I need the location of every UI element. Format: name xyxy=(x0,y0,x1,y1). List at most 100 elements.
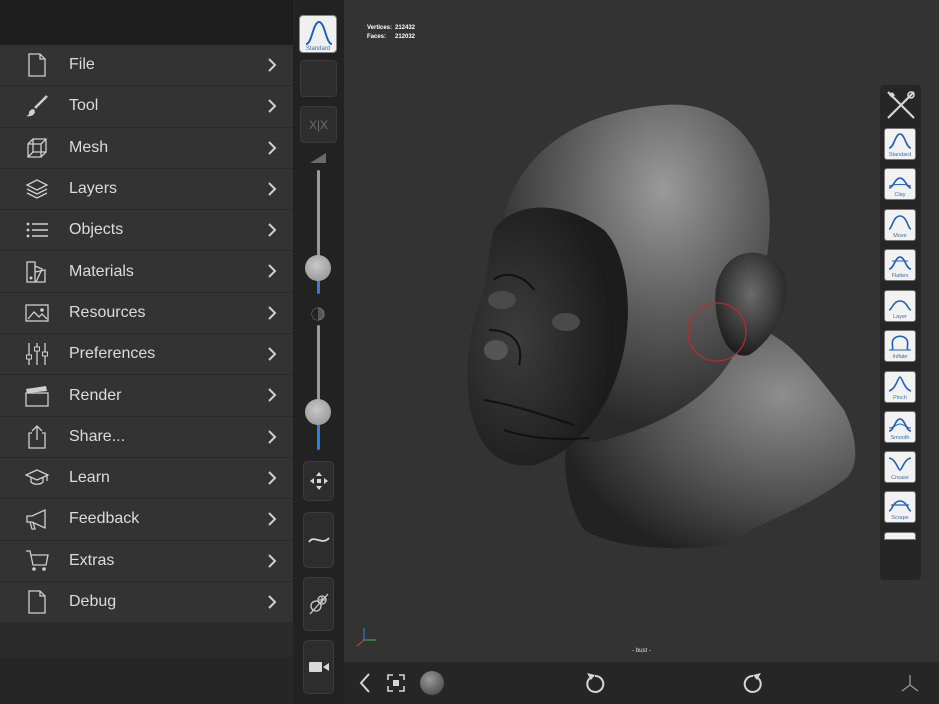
brush-flatten[interactable]: Flatten xyxy=(884,249,916,281)
brush-crease[interactable]: Crease xyxy=(884,451,916,483)
frame-view-button[interactable] xyxy=(386,673,406,693)
brush-smooth[interactable]: Smooth xyxy=(884,411,916,443)
chevron-right-icon xyxy=(268,512,277,526)
chevron-right-icon xyxy=(268,58,277,72)
camera-button[interactable] xyxy=(303,640,334,694)
menu-item-share[interactable]: Share... xyxy=(0,417,293,458)
brush-label: Standard xyxy=(888,152,912,158)
mask-toggle-button[interactable] xyxy=(303,577,334,631)
menu-header xyxy=(0,0,293,45)
scrape-brush-icon xyxy=(888,500,912,512)
close-brush-palette-button[interactable] xyxy=(880,85,921,125)
radius-small-icon xyxy=(310,153,326,163)
brush-inflate[interactable]: Inflate xyxy=(884,330,916,362)
brush-label: Move xyxy=(893,233,907,239)
mask-plus-icon xyxy=(309,593,328,615)
standard-brush-icon xyxy=(888,133,912,149)
menu-item-render[interactable]: Render xyxy=(0,375,293,417)
menu-footer xyxy=(0,657,293,704)
menu-item-objects[interactable]: Objects xyxy=(0,210,293,252)
redo-button[interactable] xyxy=(742,672,764,694)
3d-viewport[interactable]: Vertices: 212432 Faces: 212032 - bust - xyxy=(344,0,939,662)
current-brush-button[interactable]: Standard xyxy=(299,15,337,53)
focus-frame-icon xyxy=(387,674,405,692)
stroke-button[interactable] xyxy=(303,512,334,568)
brush-move[interactable]: Move xyxy=(884,209,916,241)
menu-item-layers[interactable]: Layers xyxy=(0,169,293,211)
sculpt-model[interactable] xyxy=(344,0,939,662)
smooth-brush-icon xyxy=(888,418,912,432)
crease-brush-icon xyxy=(888,457,912,471)
chevron-right-icon xyxy=(268,306,277,320)
chevron-right-icon xyxy=(268,99,277,114)
menu-item-label: Extras xyxy=(69,551,115,569)
menu-item-tool[interactable]: Tool xyxy=(0,86,293,128)
radius-slider-track[interactable] xyxy=(317,170,320,268)
menu-item-mesh[interactable]: Mesh xyxy=(0,128,293,169)
brush-standard[interactable]: Standard xyxy=(884,128,916,160)
clay-brush-icon xyxy=(888,177,912,189)
list-icon xyxy=(24,217,50,243)
flatten-brush-icon xyxy=(888,256,912,270)
inflate-brush-icon xyxy=(889,335,911,351)
sliders-icon xyxy=(24,341,50,367)
brush-next-partial[interactable] xyxy=(884,532,916,540)
brush-label: Layer xyxy=(893,314,907,320)
menu-item-label: Objects xyxy=(69,221,124,239)
share-icon xyxy=(24,424,50,450)
axis-icon xyxy=(901,675,919,692)
brush-pinch[interactable]: Pinch xyxy=(884,371,916,403)
intensity-icon xyxy=(311,307,325,321)
menu-item-debug[interactable]: Debug xyxy=(0,582,293,624)
move-arrows-icon xyxy=(309,472,328,490)
chevron-right-icon xyxy=(268,182,277,196)
menu-item-materials[interactable]: Materials xyxy=(0,251,293,293)
menu-item-label: Preferences xyxy=(69,345,156,363)
move-gizmo-button[interactable] xyxy=(303,461,334,501)
menu-item-preferences[interactable]: Preferences xyxy=(0,334,293,376)
brush-layer[interactable]: Layer xyxy=(884,290,916,322)
menu-item-learn[interactable]: Learn xyxy=(0,458,293,500)
menu-item-resources[interactable]: Resources xyxy=(0,293,293,335)
chevron-right-icon xyxy=(268,388,277,403)
redo-icon xyxy=(743,673,762,693)
menu-item-label: Learn xyxy=(69,469,110,487)
layer-brush-icon xyxy=(888,300,912,311)
chevron-right-icon xyxy=(268,140,277,155)
empty-slot-button[interactable] xyxy=(300,60,337,97)
cart-icon xyxy=(24,548,50,574)
menu-item-extras[interactable]: Extras xyxy=(0,541,293,582)
chevron-left-icon xyxy=(359,673,370,693)
menu-item-file[interactable]: File xyxy=(0,45,293,87)
symmetry-label: X|X xyxy=(308,117,329,132)
move-brush-icon xyxy=(888,215,912,230)
axis-orientation-button[interactable] xyxy=(899,672,921,694)
brush-label: Pinch xyxy=(893,395,907,401)
brush-label: Crease xyxy=(891,475,909,481)
intensity-slider-knob[interactable] xyxy=(305,399,331,425)
radius-slider-knob[interactable] xyxy=(305,255,331,281)
chevron-right-icon xyxy=(268,264,277,279)
menu-item-feedback[interactable]: Feedback xyxy=(0,499,293,541)
current-brush-label: Standard xyxy=(305,46,331,52)
video-camera-icon xyxy=(308,662,329,672)
clapperboard-icon xyxy=(24,383,50,409)
matcap-sphere-button[interactable] xyxy=(420,671,444,695)
brush-label: Smooth xyxy=(890,435,910,441)
stroke-curve-icon xyxy=(307,537,330,543)
graduation-cap-icon xyxy=(24,465,50,491)
brush-scrape[interactable]: Scrape xyxy=(884,491,916,523)
menu-item-label: Share... xyxy=(69,427,126,445)
undo-button[interactable] xyxy=(584,672,606,694)
megaphone-icon xyxy=(24,506,50,532)
image-icon xyxy=(24,300,50,326)
brush-palette: Standard Clay Move Flatten Layer Inflate… xyxy=(880,85,921,580)
brush-label: Scrape xyxy=(891,515,909,521)
back-button[interactable] xyxy=(356,672,374,694)
chevron-right-icon xyxy=(268,595,277,609)
brush-clay[interactable]: Clay xyxy=(884,168,916,200)
symmetry-button[interactable]: X|X xyxy=(300,106,337,143)
menu-item-label: Tool xyxy=(69,97,99,115)
menu-item-label: Resources xyxy=(69,303,146,321)
brush-icon xyxy=(24,93,50,119)
